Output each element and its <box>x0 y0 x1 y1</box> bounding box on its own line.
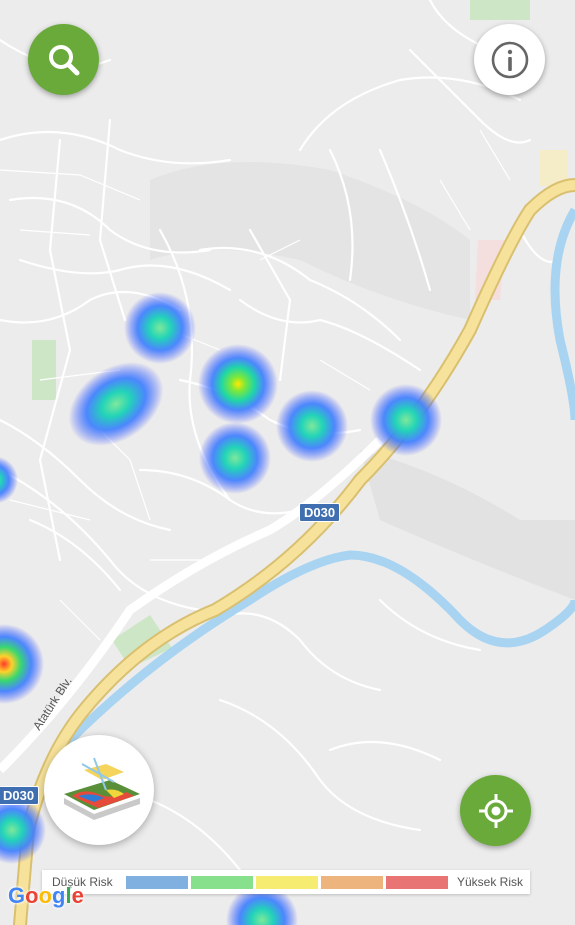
google-logo[interactable]: Google <box>8 883 84 909</box>
info-button[interactable] <box>474 24 545 95</box>
legend-swatch <box>126 875 188 889</box>
google-letter: o <box>25 883 39 908</box>
google-letter: g <box>52 883 66 908</box>
road-shield-d030: D030 <box>299 503 341 522</box>
search-icon <box>48 44 79 75</box>
legend-swatch <box>386 875 448 889</box>
my-location-button[interactable] <box>460 775 531 846</box>
google-letter: e <box>71 883 84 908</box>
road-shield-d030: D030 <box>0 786 40 805</box>
search-button[interactable] <box>28 24 99 95</box>
heat-spot <box>276 390 348 462</box>
legend-swatch <box>321 875 383 889</box>
map-layer-toggle-button[interactable] <box>44 735 154 845</box>
legend-high-label: Yüksek Risk <box>457 875 524 889</box>
google-letter: o <box>38 883 53 908</box>
heat-spot <box>199 422 271 494</box>
heat-spot <box>370 384 442 456</box>
info-icon <box>491 41 528 78</box>
heatmap-layer-icon <box>64 757 140 820</box>
crosshair-icon <box>478 793 513 828</box>
heat-spot <box>198 344 278 424</box>
google-letter: G <box>8 883 26 908</box>
legend-swatch <box>191 875 253 889</box>
legend-swatch <box>256 875 318 889</box>
heat-spot <box>124 292 196 364</box>
risk-legend: Düşük Risk Yüksek Risk <box>42 870 530 894</box>
